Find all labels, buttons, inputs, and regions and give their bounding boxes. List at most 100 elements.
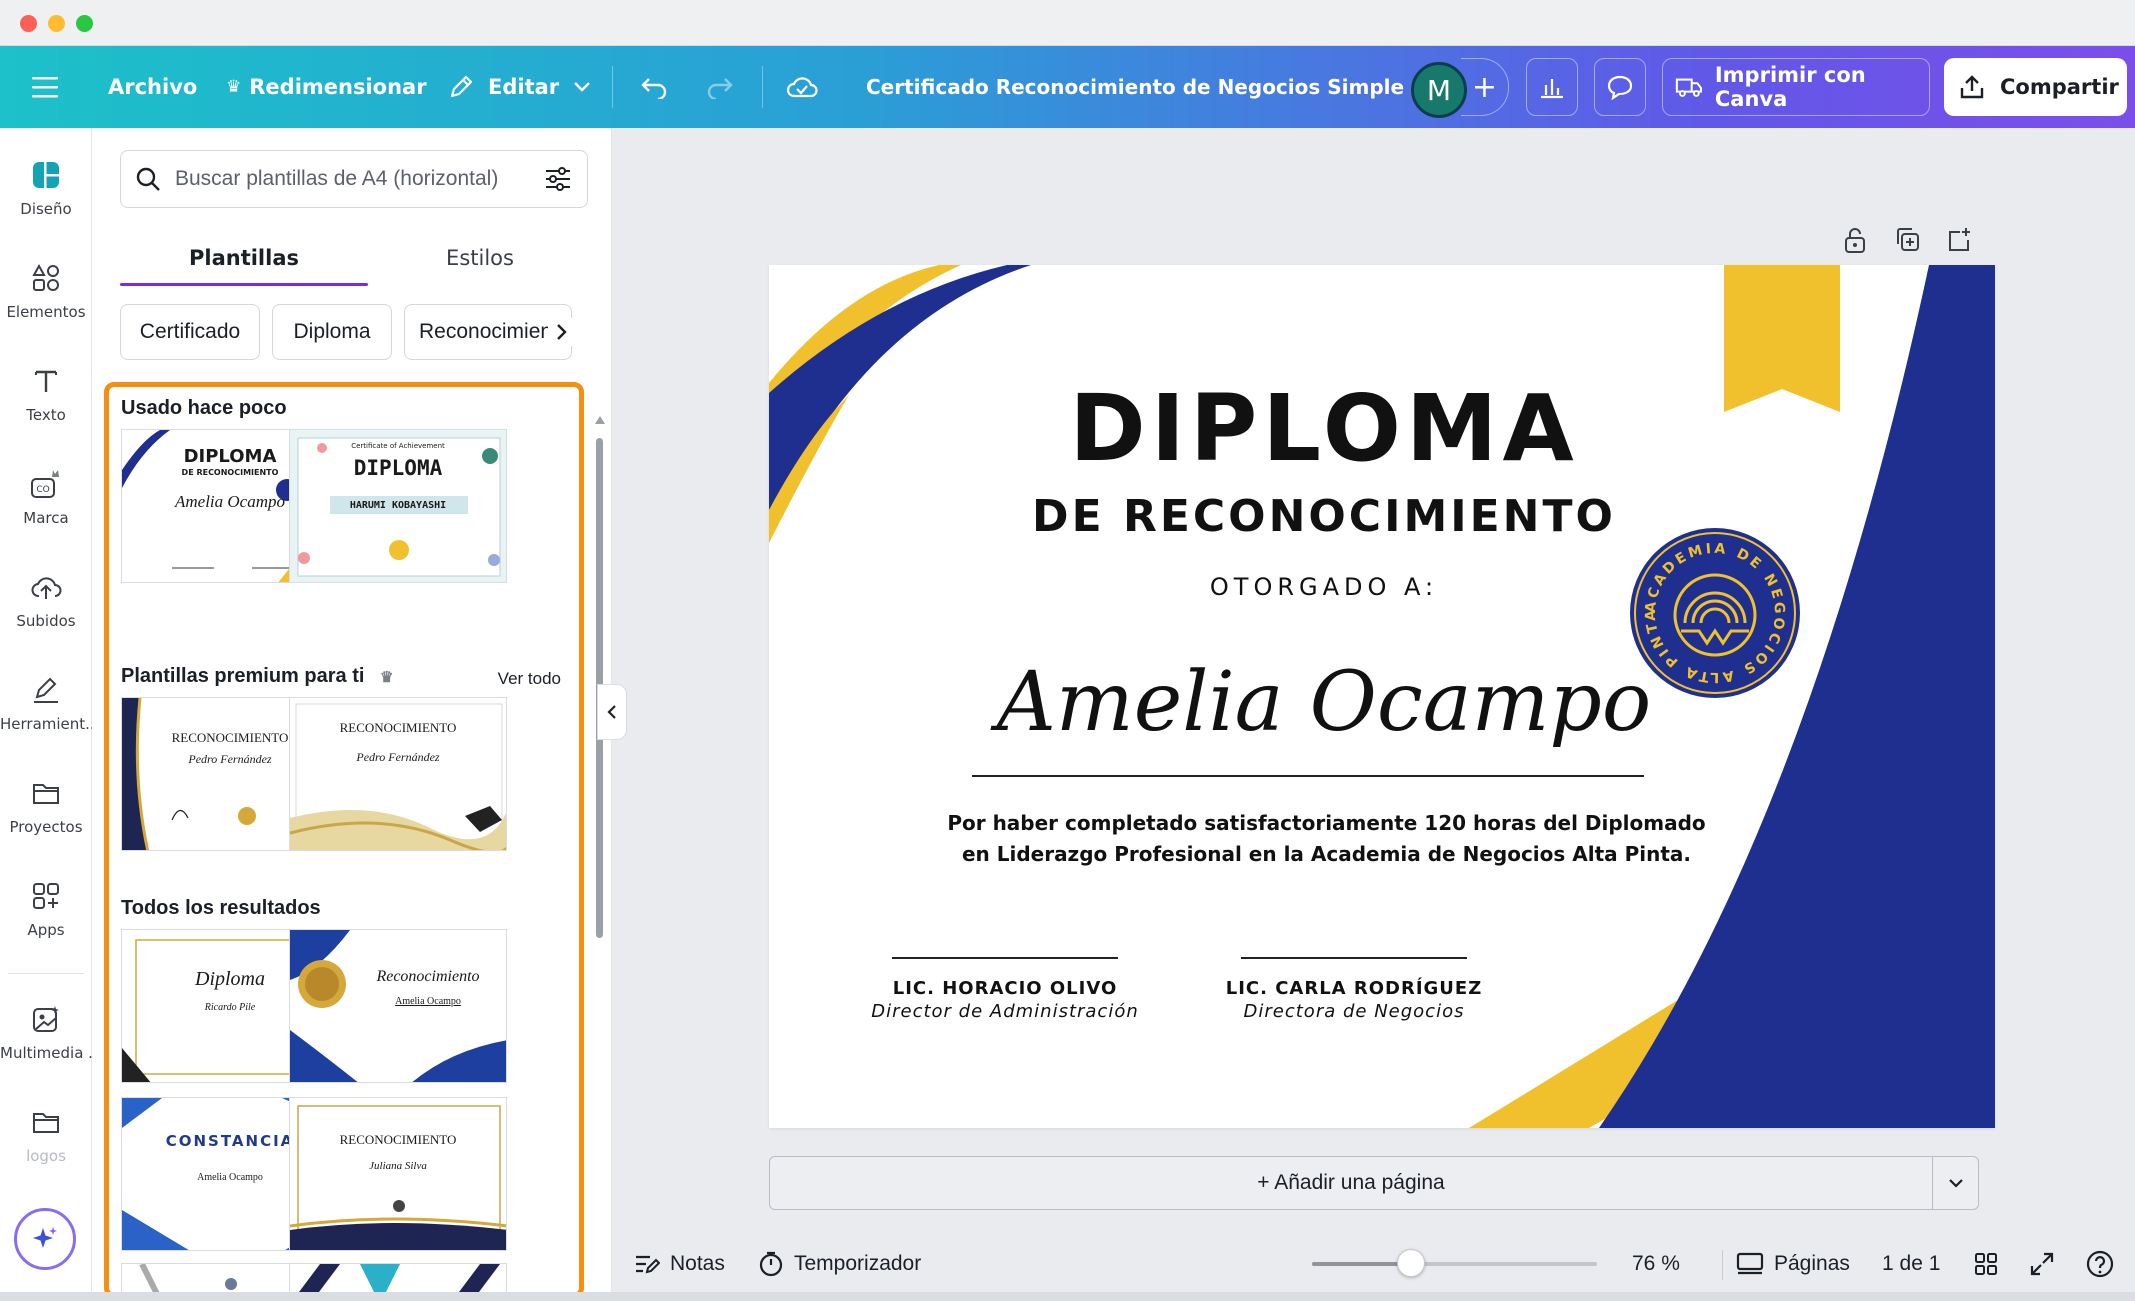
bar-chart-icon bbox=[1541, 79, 1563, 99]
scroll-up-arrow[interactable] bbox=[595, 416, 605, 424]
thumb-name: Pedro Fernández bbox=[356, 750, 440, 764]
design-canvas-page[interactable]: DIPLOMA DE RECONOCIMIENTO OTORGADO A: Am… bbox=[769, 265, 1995, 1128]
zoom-slider[interactable] bbox=[1312, 1262, 1597, 1266]
signer-2-name[interactable]: LIC. CARLA RODRÍGUEZ bbox=[1189, 978, 1519, 999]
rail-item-media[interactable]: Multimedia ... bbox=[0, 1002, 92, 1062]
rail-item-design[interactable]: Diseño bbox=[0, 158, 92, 218]
rail-item-brand[interactable]: CO Marca bbox=[0, 467, 92, 527]
help-button[interactable] bbox=[2086, 1236, 2114, 1292]
redo-icon bbox=[707, 78, 733, 99]
rail-label: Marca bbox=[23, 509, 69, 527]
add-collaborator-button[interactable]: + bbox=[1461, 58, 1509, 116]
notes-button[interactable]: Notas bbox=[634, 1236, 725, 1292]
window-titlebar bbox=[0, 0, 2135, 46]
comment-icon bbox=[1607, 75, 1633, 100]
signer-1-name[interactable]: LIC. HORACIO OLIVO bbox=[840, 978, 1170, 999]
template-thumbnail[interactable]: RECONOCIMIENTO Pedro Fernández bbox=[289, 697, 507, 851]
rail-item-tools[interactable]: Herramient... bbox=[0, 673, 92, 733]
lock-page-button[interactable] bbox=[1842, 226, 1868, 256]
add-page-options-button[interactable] bbox=[1932, 1157, 1978, 1209]
add-page-button[interactable]: + Añadir una página bbox=[770, 1157, 1932, 1209]
template-thumbnail[interactable]: RECONOCIMIENTO Juliana Silva bbox=[289, 1097, 507, 1251]
rail-label: Multimedia ... bbox=[0, 1044, 92, 1062]
comments-button[interactable] bbox=[1594, 58, 1646, 116]
template-thumbnail[interactable]: Certificate of Achievement DIPLOMA HARUM… bbox=[289, 429, 507, 583]
search-input[interactable] bbox=[175, 167, 530, 191]
chip-certificado[interactable]: Certificado bbox=[120, 304, 260, 360]
timer-label: Temporizador bbox=[794, 1252, 922, 1275]
chip-label: Reconocimien bbox=[419, 320, 553, 343]
undo-button[interactable] bbox=[640, 46, 668, 128]
chevron-down-icon bbox=[574, 82, 591, 92]
certificate-body-text[interactable]: Por haber completado satisfactoriamente … bbox=[919, 808, 1734, 870]
bottom-divider bbox=[1722, 1250, 1723, 1280]
document-title[interactable]: Certificado Reconocimiento de Negocios S… bbox=[866, 46, 1461, 128]
rail-item-projects[interactable]: Proyectos bbox=[0, 776, 92, 836]
insights-button[interactable] bbox=[1526, 58, 1578, 116]
signer-2-role[interactable]: Directora de Negocios bbox=[1189, 1001, 1519, 1022]
rail-item-text[interactable]: Texto bbox=[0, 364, 92, 424]
awarded-label[interactable]: OTORGADO A: bbox=[979, 573, 1669, 601]
minimize-window-button[interactable] bbox=[48, 15, 65, 32]
academy-seal-logo[interactable]: ACADEMIA DE NEGOCIOS ALTA PINTA bbox=[1629, 527, 1801, 699]
apps-icon bbox=[29, 879, 63, 913]
panel-scrollbar[interactable] bbox=[594, 288, 605, 1298]
recipient-name[interactable]: Amelia Ocampo bbox=[929, 655, 1719, 750]
page-counter[interactable]: 1 de 1 bbox=[1882, 1236, 1940, 1292]
rail-item-elements[interactable]: Elementos bbox=[0, 261, 92, 321]
collapse-panel-button[interactable] bbox=[597, 684, 627, 740]
pages-button[interactable]: Páginas bbox=[1736, 1236, 1850, 1292]
zoom-slider-handle[interactable] bbox=[1397, 1249, 1425, 1277]
maximize-window-button[interactable] bbox=[76, 15, 93, 32]
grid-view-button[interactable] bbox=[1974, 1236, 1998, 1292]
template-preview-graphic bbox=[290, 1105, 506, 1250]
upload-cloud-icon bbox=[29, 570, 63, 604]
add-page-icon-button[interactable] bbox=[1946, 226, 1972, 256]
templates-panel: Plantillas Estilos Certificado Diploma R… bbox=[92, 128, 612, 1301]
folder-icon bbox=[29, 776, 63, 810]
cloud-save-status[interactable] bbox=[786, 46, 818, 128]
redo-button[interactable] bbox=[706, 46, 734, 128]
magic-assistant-button[interactable] bbox=[14, 1208, 76, 1270]
premium-title-text: Plantillas premium para ti bbox=[121, 665, 365, 687]
rail-item-logos[interactable]: logos bbox=[0, 1105, 92, 1165]
menu-button[interactable] bbox=[32, 46, 58, 128]
zoom-level[interactable]: 76 % bbox=[1632, 1236, 1680, 1292]
zoom-value: 76 % bbox=[1632, 1252, 1680, 1275]
tab-templates[interactable]: Plantillas bbox=[120, 228, 368, 288]
chip-reconocimiento[interactable]: Reconocimien bbox=[404, 304, 572, 360]
signature-line-1 bbox=[892, 957, 1118, 959]
undo-icon bbox=[641, 78, 667, 99]
rail-item-apps[interactable]: Apps bbox=[0, 879, 92, 939]
rail-item-uploads[interactable]: Subidos bbox=[0, 570, 92, 630]
filter-sliders-icon[interactable] bbox=[544, 166, 572, 192]
tab-styles[interactable]: Estilos bbox=[356, 228, 604, 288]
print-with-canva-button[interactable]: Imprimir con Canva bbox=[1662, 58, 1930, 116]
template-thumbnail[interactable]: Reconocimiento Amelia Ocampo bbox=[289, 929, 507, 1083]
see-all-link[interactable]: Ver todo bbox=[498, 669, 561, 689]
close-window-button[interactable] bbox=[20, 15, 37, 32]
signer-1-role[interactable]: Director de Administración bbox=[840, 1001, 1170, 1022]
folder-icon bbox=[29, 1105, 63, 1139]
avatar[interactable]: M bbox=[1411, 62, 1467, 118]
timer-button[interactable]: Temporizador bbox=[758, 1236, 921, 1292]
file-menu[interactable]: Archivo bbox=[108, 46, 197, 128]
duplicate-page-button[interactable] bbox=[1894, 226, 1920, 256]
plus-icon: + bbox=[1471, 69, 1498, 105]
rail-label: Subidos bbox=[16, 612, 76, 630]
resize-button[interactable]: ♛ Redimensionar bbox=[226, 46, 427, 128]
help-icon bbox=[2086, 1250, 2114, 1278]
chip-diploma[interactable]: Diploma bbox=[272, 304, 392, 360]
thumb-subtitle: Certificate of Achievement bbox=[351, 442, 445, 450]
chevron-left-icon bbox=[607, 705, 616, 719]
fullscreen-button[interactable] bbox=[2030, 1236, 2054, 1292]
diploma-title[interactable]: DIPLOMA bbox=[959, 375, 1689, 482]
text-icon bbox=[29, 364, 63, 398]
share-button[interactable]: Compartir bbox=[1944, 58, 2127, 116]
pages-label: Páginas bbox=[1774, 1252, 1850, 1275]
diploma-subtitle[interactable]: DE RECONOCIMIENTO bbox=[909, 491, 1739, 542]
chips-next-button[interactable] bbox=[548, 318, 576, 346]
edit-menu[interactable]: Editar bbox=[448, 46, 591, 128]
elements-icon bbox=[29, 261, 63, 295]
signature-line-2 bbox=[1241, 957, 1467, 959]
